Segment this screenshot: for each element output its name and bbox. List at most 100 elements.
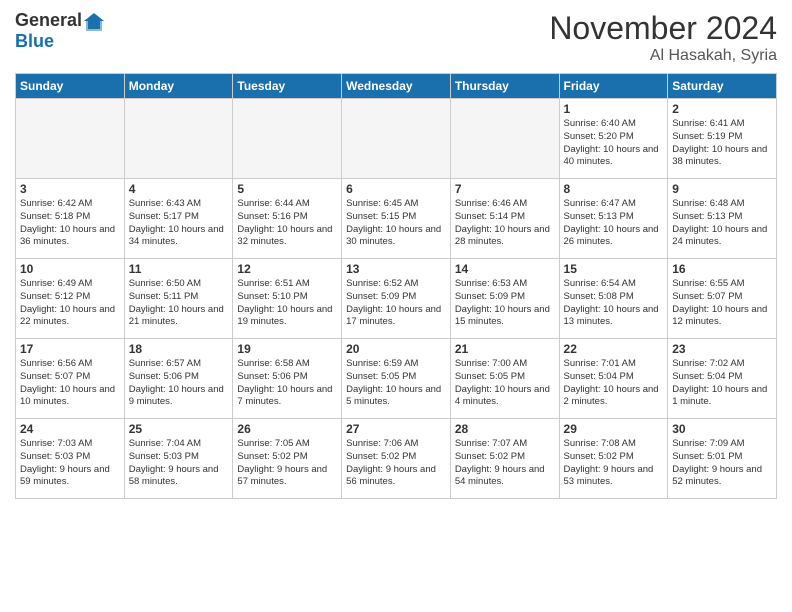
col-tuesday: Tuesday: [233, 74, 342, 99]
day-info: Sunrise: 6:42 AMSunset: 5:18 PMDaylight:…: [20, 198, 120, 249]
calendar: Sunday Monday Tuesday Wednesday Thursday…: [15, 73, 777, 499]
day-info: Sunrise: 7:07 AMSunset: 5:02 PMDaylight:…: [455, 438, 555, 489]
calendar-cell-1-5: [450, 99, 559, 179]
calendar-cell-5-1: 24 Sunrise: 7:03 AMSunset: 5:03 PMDayligh…: [16, 419, 125, 499]
day-number: 15: [564, 262, 664, 276]
calendar-cell-3-5: 14Sunrise: 6:53 AMSunset: 5:09 PMDayligh…: [450, 259, 559, 339]
day-number: 20: [346, 342, 446, 356]
day-number: 30: [672, 422, 772, 436]
calendar-cell-4-3: 19 Sunrise: 6:58 AMSunset: 5:06 PMDayligh…: [233, 339, 342, 419]
day-info: Sunrise: 7:02 AMSunset: 5:04 PMDaylight:…: [672, 358, 772, 409]
calendar-cell-1-1: [16, 99, 125, 179]
calendar-cell-2-5: 7 Sunrise: 6:46 AMSunset: 5:14 PMDaylight…: [450, 179, 559, 259]
calendar-header-row: Sunday Monday Tuesday Wednesday Thursday…: [16, 74, 777, 99]
day-number: 26: [237, 422, 337, 436]
day-number: 16: [672, 262, 772, 276]
day-info: Sunrise: 6:50 AMSunset: 5:11 PMDaylight:…: [129, 278, 229, 329]
calendar-week-4: 17Sunrise: 6:56 AMSunset: 5:07 PMDayligh…: [16, 339, 777, 419]
calendar-cell-1-7: 2Sunrise: 6:41 AMSunset: 5:19 PMDaylight…: [668, 99, 777, 179]
day-info: Sunrise: 6:44 AMSunset: 5:16 PMDaylight:…: [237, 198, 337, 249]
day-number: 23: [672, 342, 772, 356]
day-info: Sunrise: 6:40 AMSunset: 5:20 PMDaylight:…: [564, 118, 664, 169]
day-info: Sunrise: 7:08 AMSunset: 5:02 PMDaylight:…: [564, 438, 664, 489]
day-info: Sunrise: 6:49 AMSunset: 5:12 PMDaylight:…: [20, 278, 120, 329]
calendar-cell-3-4: 13 Sunrise: 6:52 AMSunset: 5:09 PMDayligh…: [342, 259, 451, 339]
day-number: 7: [455, 182, 555, 196]
day-info: Sunrise: 7:06 AMSunset: 5:02 PMDaylight:…: [346, 438, 446, 489]
logo-icon: [82, 11, 106, 31]
header: General Blue November 2024 Al Hasakah, S…: [15, 10, 777, 65]
logo-general: General: [15, 10, 82, 31]
day-number: 21: [455, 342, 555, 356]
calendar-cell-5-2: 25Sunrise: 7:04 AMSunset: 5:03 PMDayligh…: [124, 419, 233, 499]
calendar-cell-2-6: 8 Sunrise: 6:47 AMSunset: 5:13 PMDaylight…: [559, 179, 668, 259]
calendar-cell-4-6: 22 Sunrise: 7:01 AMSunset: 5:04 PMDayligh…: [559, 339, 668, 419]
day-number: 4: [129, 182, 229, 196]
day-info: Sunrise: 6:45 AMSunset: 5:15 PMDaylight:…: [346, 198, 446, 249]
day-number: 12: [237, 262, 337, 276]
calendar-cell-1-2: [124, 99, 233, 179]
day-number: 19: [237, 342, 337, 356]
calendar-week-5: 24 Sunrise: 7:03 AMSunset: 5:03 PMDayligh…: [16, 419, 777, 499]
calendar-cell-1-6: 1 Sunrise: 6:40 AMSunset: 5:20 PMDaylight…: [559, 99, 668, 179]
title-section: November 2024 Al Hasakah, Syria: [549, 10, 777, 65]
calendar-cell-2-2: 4 Sunrise: 6:43 AMSunset: 5:17 PMDaylight…: [124, 179, 233, 259]
calendar-cell-5-5: 28 Sunrise: 7:07 AMSunset: 5:02 PMDayligh…: [450, 419, 559, 499]
col-monday: Monday: [124, 74, 233, 99]
day-info: Sunrise: 6:54 AMSunset: 5:08 PMDaylight:…: [564, 278, 664, 329]
day-info: Sunrise: 7:05 AMSunset: 5:02 PMDaylight:…: [237, 438, 337, 489]
day-info: Sunrise: 6:51 AMSunset: 5:10 PMDaylight:…: [237, 278, 337, 329]
day-info: Sunrise: 6:43 AMSunset: 5:17 PMDaylight:…: [129, 198, 229, 249]
day-number: 25: [129, 422, 229, 436]
calendar-week-3: 10 Sunrise: 6:49 AMSunset: 5:12 PMDayligh…: [16, 259, 777, 339]
calendar-cell-1-3: [233, 99, 342, 179]
day-info: Sunrise: 6:41 AMSunset: 5:19 PMDaylight:…: [672, 118, 772, 169]
location: Al Hasakah, Syria: [549, 47, 777, 65]
day-number: 24: [20, 422, 120, 436]
day-number: 1: [564, 102, 664, 116]
calendar-cell-2-3: 5 Sunrise: 6:44 AMSunset: 5:16 PMDaylight…: [233, 179, 342, 259]
calendar-week-2: 3 Sunrise: 6:42 AMSunset: 5:18 PMDaylight…: [16, 179, 777, 259]
calendar-cell-4-7: 23 Sunrise: 7:02 AMSunset: 5:04 PMDayligh…: [668, 339, 777, 419]
calendar-cell-4-4: 20 Sunrise: 6:59 AMSunset: 5:05 PMDayligh…: [342, 339, 451, 419]
day-number: 28: [455, 422, 555, 436]
day-info: Sunrise: 6:58 AMSunset: 5:06 PMDaylight:…: [237, 358, 337, 409]
calendar-cell-3-1: 10 Sunrise: 6:49 AMSunset: 5:12 PMDayligh…: [16, 259, 125, 339]
page: General Blue November 2024 Al Hasakah, S…: [0, 0, 792, 612]
day-number: 8: [564, 182, 664, 196]
day-info: Sunrise: 7:01 AMSunset: 5:04 PMDaylight:…: [564, 358, 664, 409]
day-info: Sunrise: 6:47 AMSunset: 5:13 PMDaylight:…: [564, 198, 664, 249]
day-info: Sunrise: 6:46 AMSunset: 5:14 PMDaylight:…: [455, 198, 555, 249]
day-number: 18: [129, 342, 229, 356]
day-info: Sunrise: 7:03 AMSunset: 5:03 PMDaylight:…: [20, 438, 120, 489]
calendar-cell-3-6: 15 Sunrise: 6:54 AMSunset: 5:08 PMDayligh…: [559, 259, 668, 339]
calendar-cell-5-6: 29Sunrise: 7:08 AMSunset: 5:02 PMDayligh…: [559, 419, 668, 499]
day-number: 27: [346, 422, 446, 436]
day-number: 6: [346, 182, 446, 196]
calendar-cell-2-1: 3 Sunrise: 6:42 AMSunset: 5:18 PMDaylight…: [16, 179, 125, 259]
col-sunday: Sunday: [16, 74, 125, 99]
day-number: 11: [129, 262, 229, 276]
day-info: Sunrise: 6:59 AMSunset: 5:05 PMDaylight:…: [346, 358, 446, 409]
calendar-cell-1-4: [342, 99, 451, 179]
day-number: 9: [672, 182, 772, 196]
day-number: 14: [455, 262, 555, 276]
day-number: 22: [564, 342, 664, 356]
calendar-cell-4-2: 18 Sunrise: 6:57 AMSunset: 5:06 PMDayligh…: [124, 339, 233, 419]
day-number: 10: [20, 262, 120, 276]
col-thursday: Thursday: [450, 74, 559, 99]
calendar-cell-3-3: 12 Sunrise: 6:51 AMSunset: 5:10 PMDayligh…: [233, 259, 342, 339]
col-friday: Friday: [559, 74, 668, 99]
day-number: 5: [237, 182, 337, 196]
logo-blue-text: Blue: [15, 31, 54, 51]
day-number: 13: [346, 262, 446, 276]
day-info: Sunrise: 7:00 AMSunset: 5:05 PMDaylight:…: [455, 358, 555, 409]
calendar-cell-5-4: 27 Sunrise: 7:06 AMSunset: 5:02 PMDayligh…: [342, 419, 451, 499]
calendar-cell-2-7: 9Sunrise: 6:48 AMSunset: 5:13 PMDaylight…: [668, 179, 777, 259]
day-number: 3: [20, 182, 120, 196]
calendar-cell-4-5: 21 Sunrise: 7:00 AMSunset: 5:05 PMDayligh…: [450, 339, 559, 419]
day-info: Sunrise: 6:57 AMSunset: 5:06 PMDaylight:…: [129, 358, 229, 409]
calendar-cell-5-3: 26 Sunrise: 7:05 AMSunset: 5:02 PMDayligh…: [233, 419, 342, 499]
calendar-cell-5-7: 30Sunrise: 7:09 AMSunset: 5:01 PMDayligh…: [668, 419, 777, 499]
day-info: Sunrise: 6:52 AMSunset: 5:09 PMDaylight:…: [346, 278, 446, 329]
